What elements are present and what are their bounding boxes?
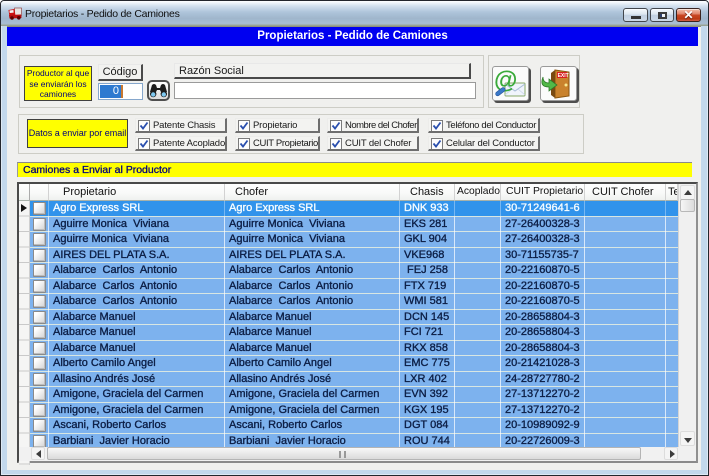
- svg-text:@: @: [494, 67, 517, 94]
- svg-text:EXIT: EXIT: [558, 73, 569, 79]
